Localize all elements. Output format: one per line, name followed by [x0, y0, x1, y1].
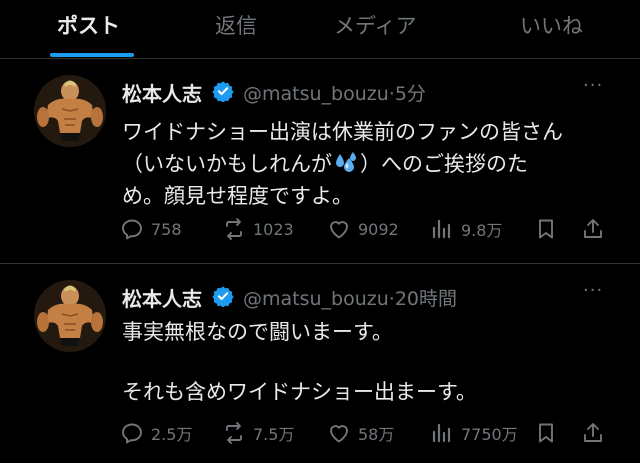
- verified-badge-icon: [212, 81, 234, 102]
- bookmark-button[interactable]: [534, 421, 558, 449]
- verified-badge-icon: [212, 286, 234, 307]
- bookmark-button[interactable]: [534, 217, 558, 245]
- profile-tabs: ポスト 返信 メディア いいね: [0, 0, 640, 58]
- tab-media[interactable]: メディア: [334, 10, 417, 40]
- like-count: 58万: [358, 425, 395, 444]
- timestamp[interactable]: 20時間: [395, 288, 457, 310]
- tweet-text-line: （いないかもしれんが ）へのご挨拶のた: [122, 148, 528, 178]
- active-tab-indicator: [50, 53, 134, 57]
- bookmark-icon: [539, 219, 553, 239]
- bookmark-icon: [539, 423, 553, 443]
- reply-icon: [122, 219, 142, 240]
- repost-button[interactable]: 1023: [222, 217, 294, 241]
- view-count: 7750万: [461, 425, 518, 444]
- tweet-text-line: 事実無根なので闘いまーす。: [122, 320, 393, 344]
- tweet[interactable]: 松本人志 @matsu_bouzu·5分 ··· ワイドナショー出演は休業前のフ…: [0, 59, 640, 263]
- tweet-text-line: ワイドナショー出演は休業前のファンの皆さん: [122, 120, 563, 144]
- share-icon: [584, 219, 602, 238]
- reply-icon: [122, 423, 142, 444]
- repost-count: 1023: [253, 219, 294, 239]
- like-icon: [330, 425, 348, 443]
- like-button[interactable]: 9092: [327, 217, 399, 241]
- reply-button[interactable]: 2.5万: [120, 421, 192, 445]
- reply-count: 758: [151, 219, 182, 239]
- views-icon: [432, 423, 451, 443]
- repost-count: 7.5万: [253, 425, 295, 444]
- display-name[interactable]: 松本人志: [122, 78, 202, 107]
- reply-count: 2.5万: [151, 425, 193, 444]
- tab-likes[interactable]: いいね: [520, 10, 583, 40]
- repost-icon: [226, 422, 242, 444]
- more-options-button[interactable]: ···: [583, 280, 603, 301]
- like-button[interactable]: 58万: [327, 421, 394, 445]
- tweet-text-segment: ）へのご挨拶のた: [360, 152, 528, 176]
- share-button[interactable]: [581, 217, 605, 245]
- display-name[interactable]: 松本人志: [122, 283, 202, 312]
- more-options-button[interactable]: ···: [583, 75, 603, 96]
- like-icon: [330, 221, 348, 239]
- views-button[interactable]: 9.8万: [430, 217, 502, 241]
- tweet-text-segment: （いないかもしれんが: [122, 152, 332, 176]
- handle[interactable]: @matsu_bouzu: [243, 83, 389, 105]
- avatar[interactable]: [34, 75, 106, 147]
- share-button[interactable]: [581, 421, 605, 449]
- sweat-droplets-emoji-icon: [336, 152, 356, 172]
- tweet-text-line: それも含めワイドナショー出まーす。: [122, 380, 477, 404]
- view-count: 9.8万: [461, 221, 503, 240]
- views-button[interactable]: 7750万: [430, 421, 518, 445]
- tab-posts[interactable]: ポスト: [57, 10, 120, 40]
- views-icon: [432, 219, 451, 239]
- tweet[interactable]: 松本人志 @matsu_bouzu·20時間 ··· 事実無根なので闘いまーす。…: [0, 264, 640, 463]
- like-count: 9092: [358, 219, 399, 239]
- reply-button[interactable]: 758: [120, 217, 182, 241]
- repost-button[interactable]: 7.5万: [222, 421, 294, 445]
- share-icon: [584, 423, 602, 442]
- tweet-text-line: め。顔見せ程度ですよ。: [122, 184, 353, 208]
- repost-icon: [226, 218, 242, 240]
- handle[interactable]: @matsu_bouzu: [243, 288, 389, 310]
- timestamp[interactable]: 5分: [395, 83, 426, 105]
- tab-replies[interactable]: 返信: [215, 10, 257, 40]
- avatar[interactable]: [34, 280, 106, 352]
